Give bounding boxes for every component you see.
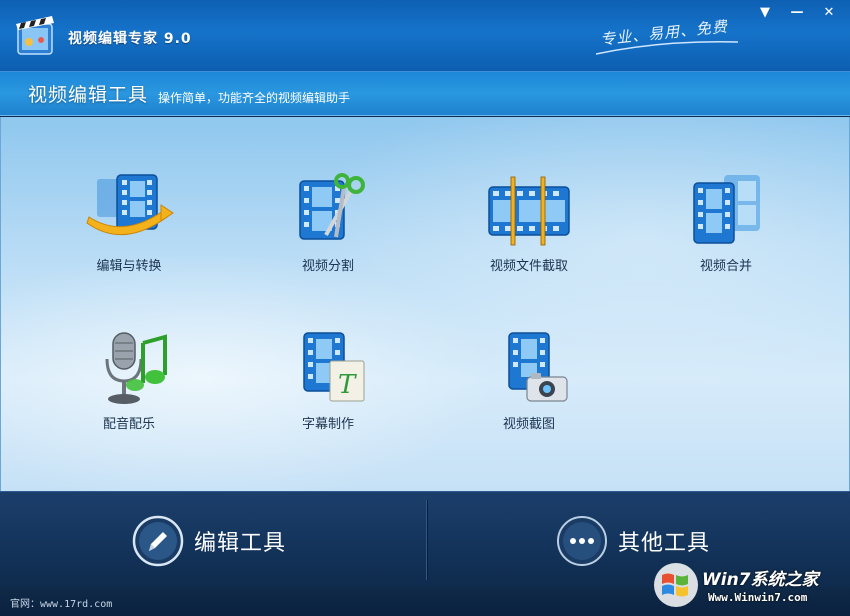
film-scissors-icon (299, 173, 365, 240)
clapperboard-icon (16, 16, 54, 55)
watermark: Win7系统之家 Www.Winwin7.com (650, 561, 846, 613)
status-bar: 官网：www.17rd.com Win7系统之家 Www.Winwin7.com (0, 563, 850, 616)
title-bar[interactable]: 视频编辑专家 9.0 专业、易用、免费 ▼ — ✕ (0, 0, 850, 72)
app-title: 视频编辑专家 9.0 (68, 31, 192, 47)
windows-logo-icon (654, 563, 698, 607)
film-trim-icon (488, 176, 570, 246)
tool-grid: 编辑与转换 视频分割 视频文件截取 视频合并 配音配乐 T 字幕制作 视频截图 (0, 117, 850, 491)
header-title: 视频编辑工具 (28, 84, 149, 106)
tool-merge[interactable]: 视频合并 (651, 173, 801, 283)
tool-dubbing-music[interactable]: 配音配乐 (54, 331, 204, 441)
app-window: 视频编辑专家 9.0 专业、易用、免费 ▼ — ✕ 视频编辑工具 操作简单，功能… (0, 0, 850, 616)
film-camera-icon (508, 332, 568, 402)
window-controls: ▼ — ✕ (752, 2, 842, 22)
tool-trim[interactable]: 视频文件截取 (454, 173, 604, 283)
tool-label: 视频合并 (699, 259, 752, 274)
tab-label: 编辑工具 (194, 531, 287, 556)
minimize-button[interactable]: — (784, 2, 810, 22)
tab-label: 其他工具 (618, 531, 711, 556)
watermark-brand: Win7系统之家 (702, 570, 819, 590)
tool-subtitle[interactable]: T 字幕制作 (253, 331, 403, 441)
pencil-icon (132, 515, 184, 567)
tool-label: 视频分割 (301, 259, 354, 274)
tab-divider (426, 500, 427, 580)
close-button[interactable]: ✕ (816, 2, 842, 22)
tool-snapshot[interactable]: 视频截图 (454, 331, 604, 441)
tool-label: 视频截图 (502, 417, 555, 432)
website-link[interactable]: 官网：www.17rd.com (10, 595, 112, 610)
more-dots-icon (557, 516, 607, 566)
tool-edit-convert[interactable]: 编辑与转换 (54, 173, 204, 283)
svg-text:T: T (338, 370, 357, 400)
tool-split[interactable]: 视频分割 (253, 173, 403, 283)
menu-button[interactable]: ▼ (752, 2, 778, 22)
tool-label: 字幕制作 (301, 417, 354, 432)
header-subtitle: 操作简单，功能齐全的视频编辑助手 (158, 91, 351, 105)
tab-edit-tools[interactable]: 编辑工具 (132, 510, 286, 572)
tool-label: 配音配乐 (102, 417, 155, 432)
header-band: 视频编辑工具 操作简单，功能齐全的视频编辑助手 (0, 72, 850, 116)
film-subtitle-icon: T (303, 332, 365, 402)
tool-label: 视频文件截取 (489, 259, 568, 274)
watermark-url: Www.Winwin7.com (708, 591, 808, 604)
film-convert-icon (86, 174, 174, 236)
microphone-music-icon (105, 332, 167, 404)
tool-label: 编辑与转换 (96, 259, 162, 274)
film-merge-icon (693, 175, 760, 244)
